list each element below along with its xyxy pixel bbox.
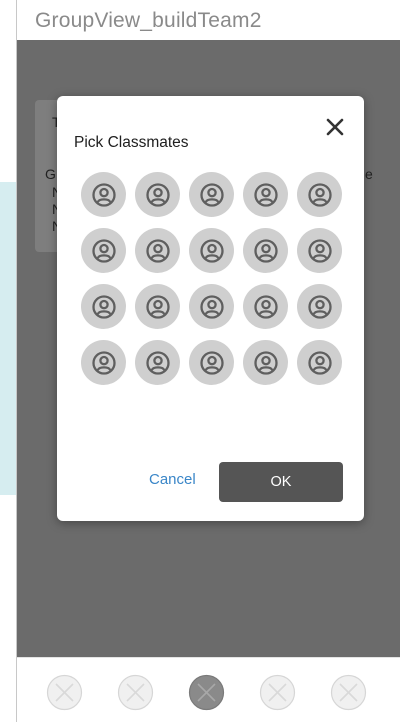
classmate-avatar[interactable] <box>135 228 180 273</box>
placeholder-x-icon <box>117 674 154 711</box>
classmate-avatar[interactable] <box>297 228 342 273</box>
placeholder-x-icon <box>330 674 367 711</box>
dialog-title: Pick Classmates <box>74 134 189 151</box>
user-circle-icon <box>91 350 116 375</box>
classmate-avatar[interactable] <box>297 172 342 217</box>
bottom-nav-button[interactable] <box>259 674 296 711</box>
ok-button[interactable]: OK <box>219 462 343 502</box>
user-circle-icon <box>253 294 278 319</box>
user-circle-icon <box>307 238 332 263</box>
classmate-avatar[interactable] <box>189 340 234 385</box>
avatar-row <box>81 228 346 273</box>
user-circle-icon <box>253 238 278 263</box>
user-circle-icon <box>91 238 116 263</box>
classmate-avatar[interactable] <box>135 172 180 217</box>
classmate-avatar[interactable] <box>81 340 126 385</box>
side-panel-strip <box>0 182 17 495</box>
pick-classmates-dialog: Pick Classmates Cancel OK <box>57 96 364 521</box>
user-circle-icon <box>253 350 278 375</box>
bottom-nav-button[interactable] <box>188 674 225 711</box>
window-title: GroupView_buildTeam2 <box>35 9 262 32</box>
avatar-row <box>81 172 346 217</box>
avatar-row <box>81 340 346 385</box>
user-circle-icon <box>199 238 224 263</box>
classmate-avatar[interactable] <box>135 340 180 385</box>
user-circle-icon <box>199 294 224 319</box>
avatar-row <box>81 284 346 329</box>
classmate-avatar[interactable] <box>243 340 288 385</box>
bg-letter-e: e <box>365 166 373 182</box>
classmate-avatar[interactable] <box>189 228 234 273</box>
classmate-avatar[interactable] <box>243 284 288 329</box>
classmate-avatar[interactable] <box>81 228 126 273</box>
close-button[interactable] <box>321 113 349 141</box>
close-icon <box>326 118 344 136</box>
classmate-avatar[interactable] <box>135 284 180 329</box>
classmate-avatar[interactable] <box>297 340 342 385</box>
bottom-nav-button[interactable] <box>117 674 154 711</box>
classmate-avatar[interactable] <box>243 172 288 217</box>
bg-letter-g: G <box>45 166 56 182</box>
user-circle-icon <box>145 350 170 375</box>
user-circle-icon <box>145 294 170 319</box>
bottom-nav-button[interactable] <box>46 674 83 711</box>
user-circle-icon <box>307 294 332 319</box>
user-circle-icon <box>253 182 278 207</box>
cancel-button[interactable]: Cancel <box>149 471 196 488</box>
user-circle-icon <box>307 350 332 375</box>
classmate-avatar[interactable] <box>81 172 126 217</box>
user-circle-icon <box>91 182 116 207</box>
classmate-avatar[interactable] <box>189 284 234 329</box>
user-circle-icon <box>307 182 332 207</box>
placeholder-x-icon <box>46 674 83 711</box>
classmate-avatar[interactable] <box>81 284 126 329</box>
classmate-avatar[interactable] <box>189 172 234 217</box>
bottom-nav-button[interactable] <box>330 674 367 711</box>
classmate-avatar[interactable] <box>297 284 342 329</box>
user-circle-icon <box>145 182 170 207</box>
user-circle-icon <box>199 350 224 375</box>
placeholder-x-icon <box>188 674 225 711</box>
classmate-avatar[interactable] <box>243 228 288 273</box>
classmate-grid <box>81 172 346 396</box>
bottom-nav <box>17 657 400 723</box>
user-circle-icon <box>145 238 170 263</box>
user-circle-icon <box>91 294 116 319</box>
placeholder-x-icon <box>259 674 296 711</box>
user-circle-icon <box>199 182 224 207</box>
